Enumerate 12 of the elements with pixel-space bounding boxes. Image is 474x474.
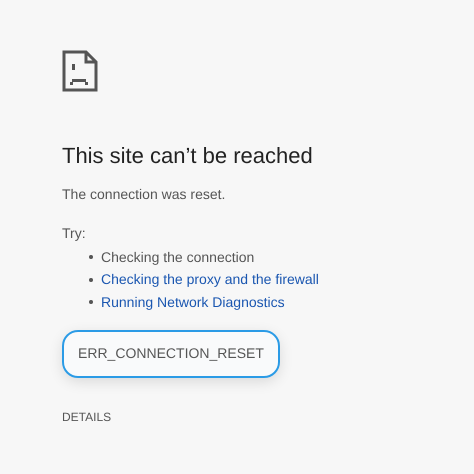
error-message: The connection was reset.	[62, 185, 226, 204]
suggestion-link[interactable]: Running Network Diagnostics	[101, 292, 285, 313]
details-button[interactable]: DETAILS	[62, 408, 112, 426]
try-label: Try:	[62, 224, 87, 243]
bullet-icon	[89, 255, 93, 260]
bullet-icon	[89, 278, 93, 282]
bullet-icon	[89, 300, 93, 304]
error-code-box[interactable]: ERR_CONNECTION_RESET	[62, 330, 280, 378]
sad-page-icon	[62, 50, 98, 92]
suggestion-text: Checking the connection	[101, 248, 254, 267]
suggestion-link[interactable]: Checking the proxy and the firewall	[101, 269, 319, 290]
error-heading: This site can’t be reached	[62, 142, 314, 170]
